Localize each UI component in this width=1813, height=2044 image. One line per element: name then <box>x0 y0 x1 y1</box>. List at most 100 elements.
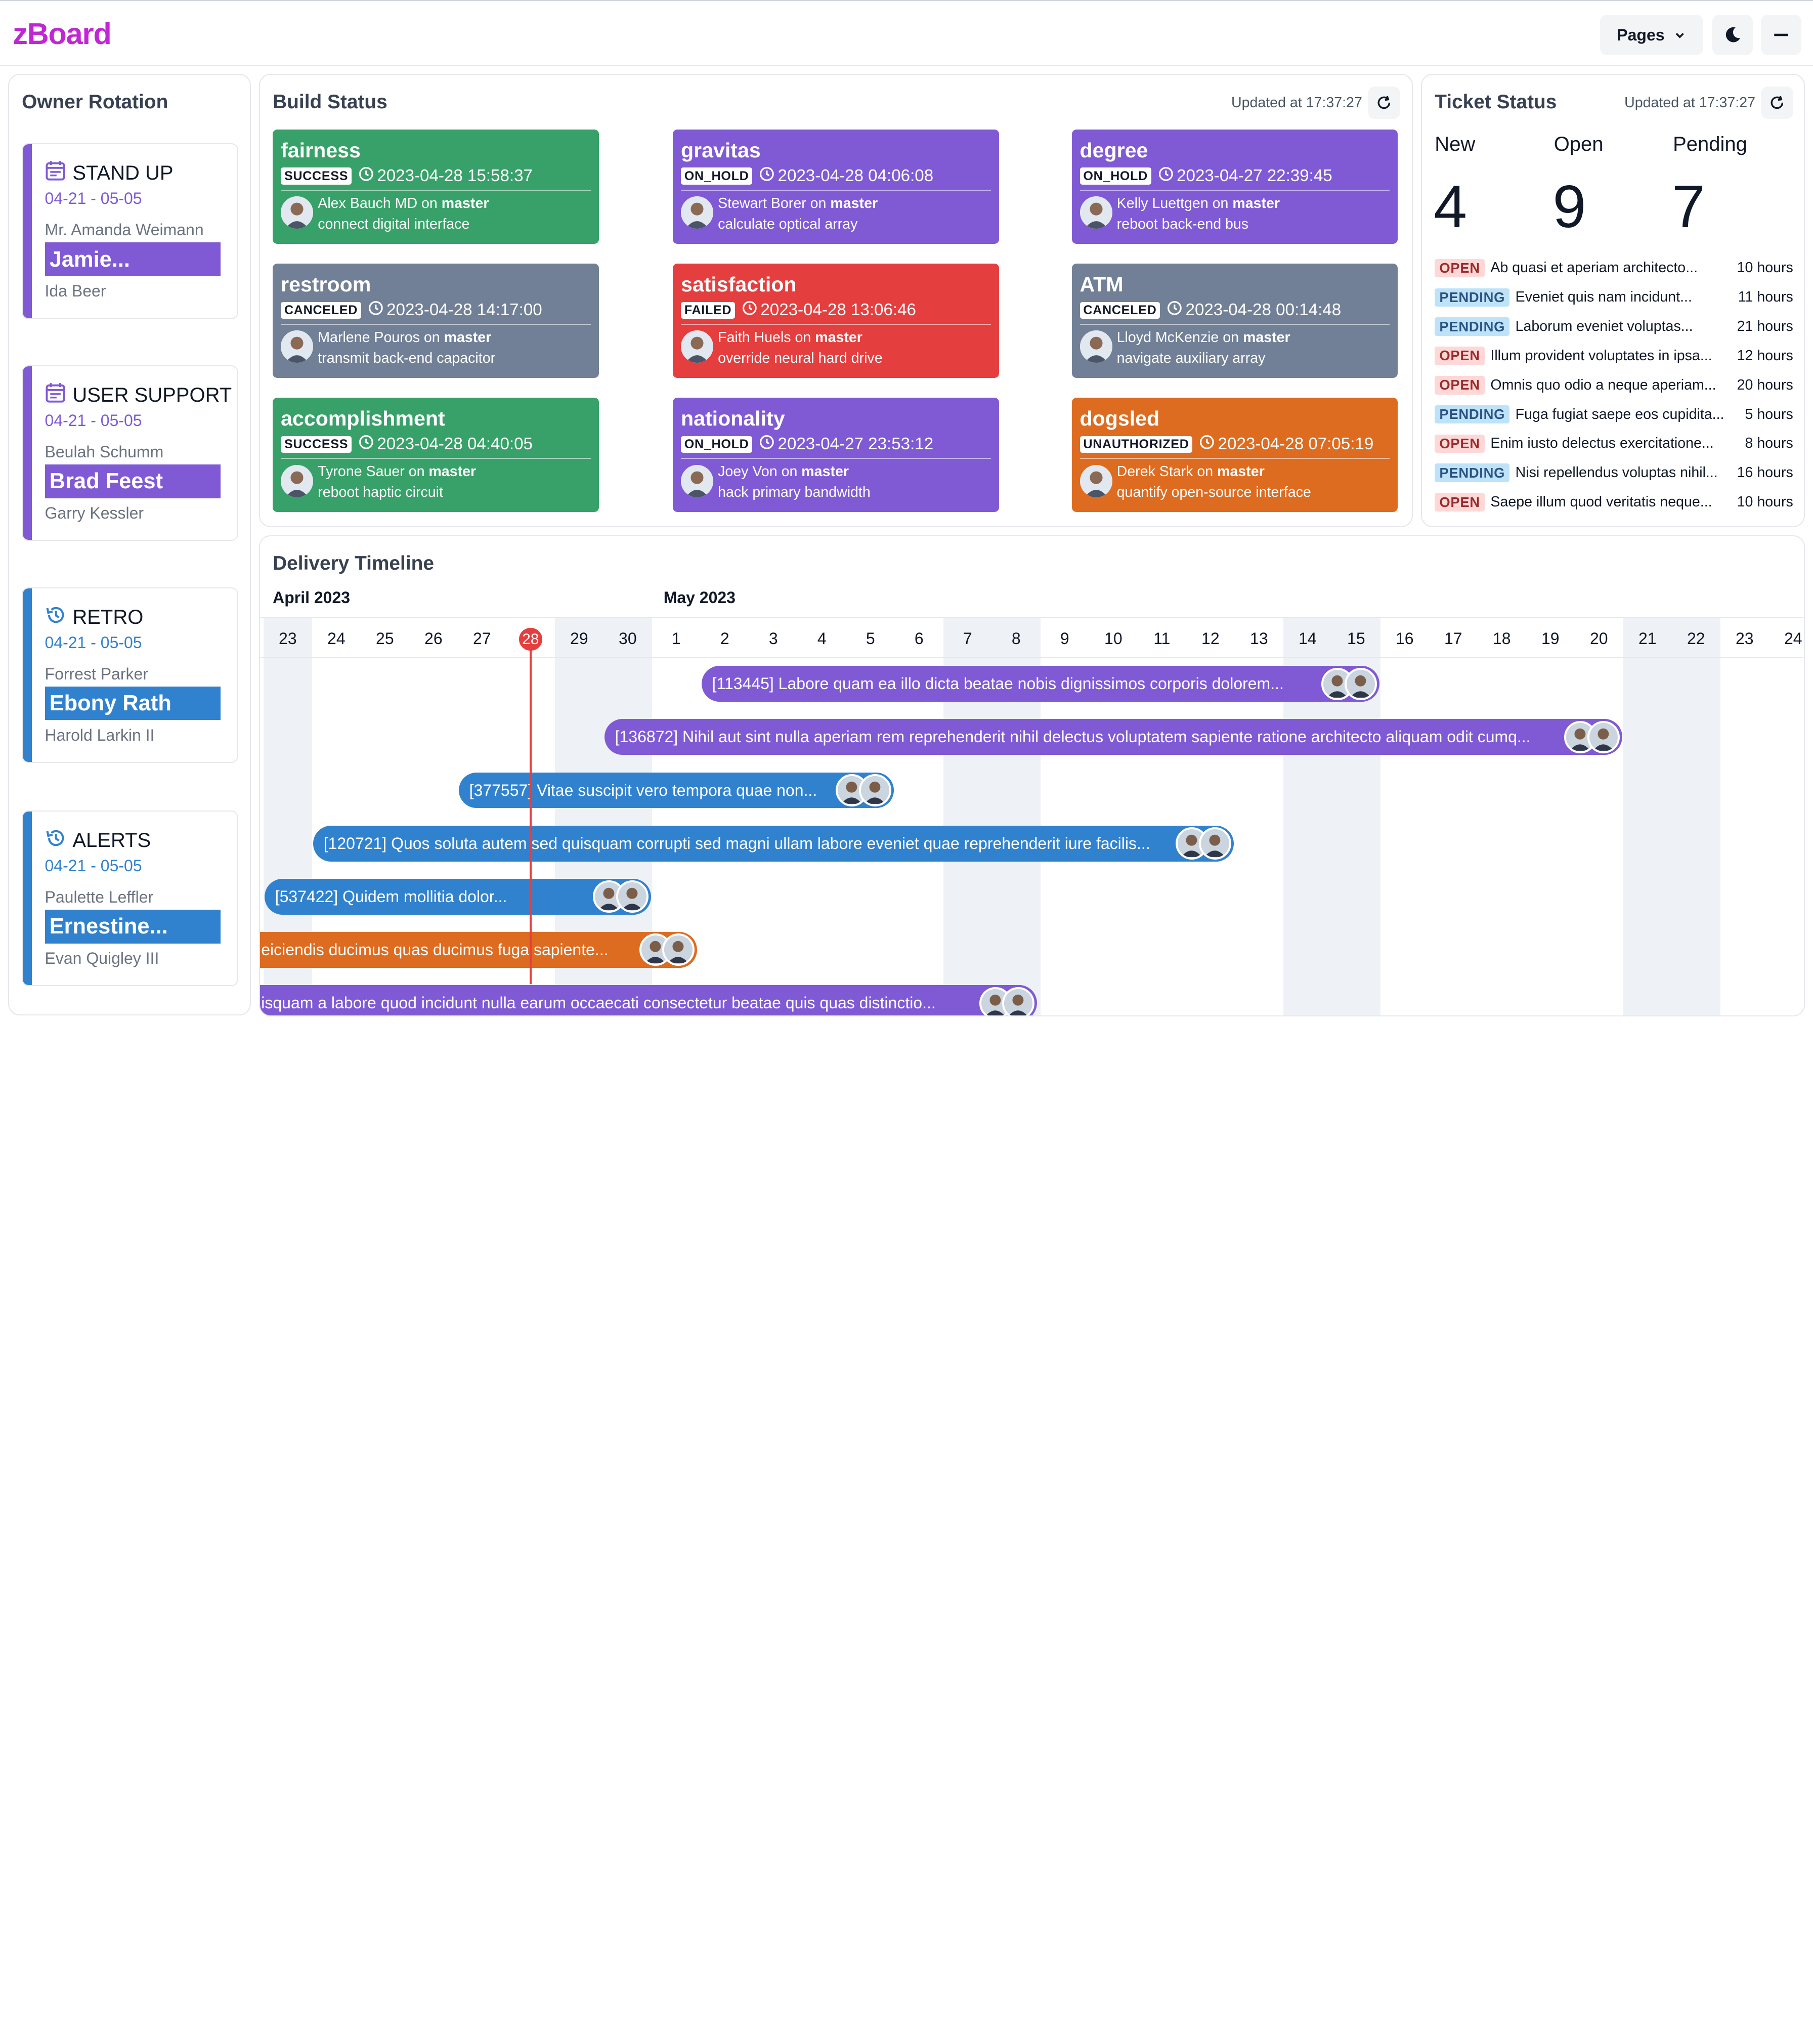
pages-label: Pages <box>1617 25 1665 44</box>
timeline-item-label: [136872] Nihil aut sint nulla aperiam re… <box>615 728 1531 746</box>
rotation-name: ALERTS <box>72 829 151 852</box>
build-on-text: on <box>781 463 798 480</box>
build-card[interactable]: degree ON_HOLD 2023-04-27 22:39:45 Kelly Lu… <box>1071 129 1398 244</box>
ticket-row[interactable]: PENDING Laborum eveniet voluptas... 21 hou… <box>1435 315 1793 338</box>
clock-icon <box>1199 435 1218 454</box>
pages-menu-button[interactable]: Pages <box>1600 15 1703 56</box>
ticket-row[interactable]: OPEN Omnis quo odio a neque aperiam... 20 … <box>1435 373 1793 397</box>
rotation-header: STAND UP <box>45 160 174 186</box>
build-card[interactable]: restroom CANCELED 2023-04-28 14:17:00 Marle… <box>273 263 599 378</box>
build-status-line: FAILED 2023-04-28 13:06:46 <box>680 301 916 320</box>
today-marker: 28 <box>519 627 542 651</box>
build-author-line: Joey Von on master <box>718 463 849 480</box>
build-status-line: ON_HOLD 2023-04-27 23:53:12 <box>680 435 933 454</box>
timeline-day: 23 <box>1736 629 1754 648</box>
build-status-badge: ON_HOLD <box>1080 167 1151 185</box>
build-card[interactable]: accomplishment SUCCESS 2023-04-28 04:40:05… <box>273 397 599 513</box>
rotation-current-owner: Brad Feest <box>45 464 221 498</box>
build-status-line: ON_HOLD 2023-04-27 22:39:45 <box>1080 166 1332 186</box>
ticket-row[interactable]: PENDING Nisi repellendus voluptas nihil..… <box>1435 461 1793 485</box>
rotation-color-bar <box>23 811 32 986</box>
ticket-row[interactable]: PENDING Eveniet quis nam incidunt... 11 ho… <box>1435 286 1793 309</box>
ticket-title: Eveniet quis nam incidunt... <box>1515 289 1692 306</box>
build-project-name: accomplishment <box>281 407 445 431</box>
dark-mode-toggle[interactable] <box>1712 15 1753 56</box>
ticket-row[interactable]: PENDING Fuga fugiat saepe eos cupidita...… <box>1435 403 1793 426</box>
ticket-title: Enim iusto delectus exercitatione... <box>1490 435 1714 452</box>
timeline-day: 2 <box>720 629 729 648</box>
timeline-item-label: [377557] Vitae suscipit vero tempora qua… <box>469 781 817 799</box>
timeline-item-avatars <box>977 985 1035 1016</box>
minus-icon <box>1774 34 1788 36</box>
build-card[interactable]: gravitas ON_HOLD 2023-04-28 04:06:08 Stewar… <box>672 129 999 244</box>
timeline-item[interactable]: isquam a labore quod incidunt nulla earu… <box>260 985 1037 1016</box>
timeline-item-label: isquam a labore quod incidunt nulla earu… <box>261 994 936 1012</box>
avatar <box>1080 196 1112 229</box>
ticket-status-badge: OPEN <box>1435 434 1485 453</box>
owner-rotation-title: Owner Rotation <box>22 91 168 113</box>
timeline-item[interactable]: [113445] Labore quam ea illo dicta beata… <box>702 666 1379 702</box>
build-time: 2023-04-28 13:06:46 <box>760 301 916 320</box>
rotation-next-owner: Evan Quigley III <box>45 949 159 967</box>
timeline-day: 25 <box>376 629 394 648</box>
ticket-row[interactable]: OPEN Saepe illum quod veritatis neque... 1… <box>1435 491 1793 514</box>
rotation-previous-owner: Forrest Parker <box>45 664 148 683</box>
build-card[interactable]: ATM CANCELED 2023-04-28 00:14:48 Lloyd McKe… <box>1071 263 1398 378</box>
build-refresh-button[interactable] <box>1367 87 1400 119</box>
ticket-age: 10 hours <box>1737 260 1793 276</box>
build-author-line: Kelly Luettgen on master <box>1117 195 1280 212</box>
collapse-button[interactable] <box>1761 15 1802 56</box>
build-author: Faith Huels <box>718 329 791 346</box>
avatar <box>281 196 314 229</box>
build-divider <box>680 457 991 459</box>
timeline-item[interactable]: [377557] Vitae suscipit vero tempora qua… <box>459 772 894 808</box>
delivery-timeline-title: Delivery Timeline <box>273 552 434 575</box>
rotation-dates: 04-21 - 05-05 <box>45 857 142 875</box>
timeline-day: 26 <box>424 629 443 648</box>
build-on-text: on <box>408 463 425 480</box>
build-card[interactable]: satisfaction FAILED 2023-04-28 13:06:46 Fai… <box>672 263 999 378</box>
timeline-item[interactable]: [136872] Nihil aut sint nulla aperiam re… <box>605 719 1622 755</box>
ticket-status-title: Ticket Status <box>1435 91 1557 113</box>
timeline-day: 30 <box>619 629 637 648</box>
ticket-row[interactable]: OPEN Ab quasi et aperiam architecto... 10 … <box>1435 257 1793 280</box>
ticket-title: Omnis quo odio a neque aperiam... <box>1490 376 1716 393</box>
build-branch: master <box>441 195 489 211</box>
build-branch: master <box>1217 463 1265 480</box>
timeline-item[interactable]: [120721] Quos soluta autem sed quisquam … <box>313 825 1234 862</box>
build-author: Stewart Borer <box>718 195 806 211</box>
timeline-item[interactable]: [537422] Quidem mollitia dolor... <box>265 878 651 915</box>
build-author: Tyrone Sauer <box>318 463 405 480</box>
build-card[interactable]: fairness SUCCESS 2023-04-28 15:58:37 Alex B… <box>273 129 599 244</box>
rotation-header: RETRO <box>45 605 143 630</box>
timeline-day: 10 <box>1104 629 1123 648</box>
build-project-name: fairness <box>281 138 361 162</box>
ticket-row[interactable]: OPEN Illum provident voluptates in ipsa..… <box>1435 345 1793 368</box>
timeline-item[interactable]: eiciendis ducimus quas ducimus fuga sapi… <box>260 931 697 968</box>
ticket-count-open: 9 <box>1552 173 1586 241</box>
build-author-line: Marlene Pouros on master <box>318 329 491 346</box>
rotation-next-owner: Garry Kessler <box>45 503 144 522</box>
rotation-card: USER SUPPORT 04-21 - 05-05 Beulah Schumm Br… <box>22 365 238 541</box>
build-card[interactable]: dogsled UNAUTHORIZED 2023-04-28 07:05:19 De… <box>1071 397 1398 513</box>
timeline-month-april: April 2023 <box>273 588 351 607</box>
clock-icon <box>1167 301 1186 320</box>
avatar <box>1344 667 1377 700</box>
rotation-previous-owner: Mr. Amanda Weimann <box>45 220 204 239</box>
ticket-refresh-button[interactable] <box>1760 87 1793 119</box>
build-commit-message: connect digital interface <box>318 216 470 233</box>
timeline-item-avatars <box>1319 666 1377 702</box>
ticket-row[interactable]: OPEN Enim iusto delectus exercitatione...… <box>1435 432 1793 455</box>
avatar <box>616 880 649 913</box>
clock-icon <box>1158 166 1177 186</box>
rotation-next-owner: Ida Beer <box>45 282 106 301</box>
ticket-updated-text: Updated at 17:37:27 <box>1624 95 1755 111</box>
app-logo[interactable]: zBoard <box>13 16 112 51</box>
build-card[interactable]: nationality ON_HOLD 2023-04-27 23:53:12 Joe… <box>672 397 999 513</box>
timeline-day: 3 <box>768 629 778 648</box>
clock-icon <box>742 301 761 320</box>
build-status-badge: CANCELED <box>1080 302 1160 319</box>
build-status-badge: SUCCESS <box>281 436 352 453</box>
build-divider <box>1080 189 1390 191</box>
ticket-count-new: 4 <box>1433 173 1467 241</box>
